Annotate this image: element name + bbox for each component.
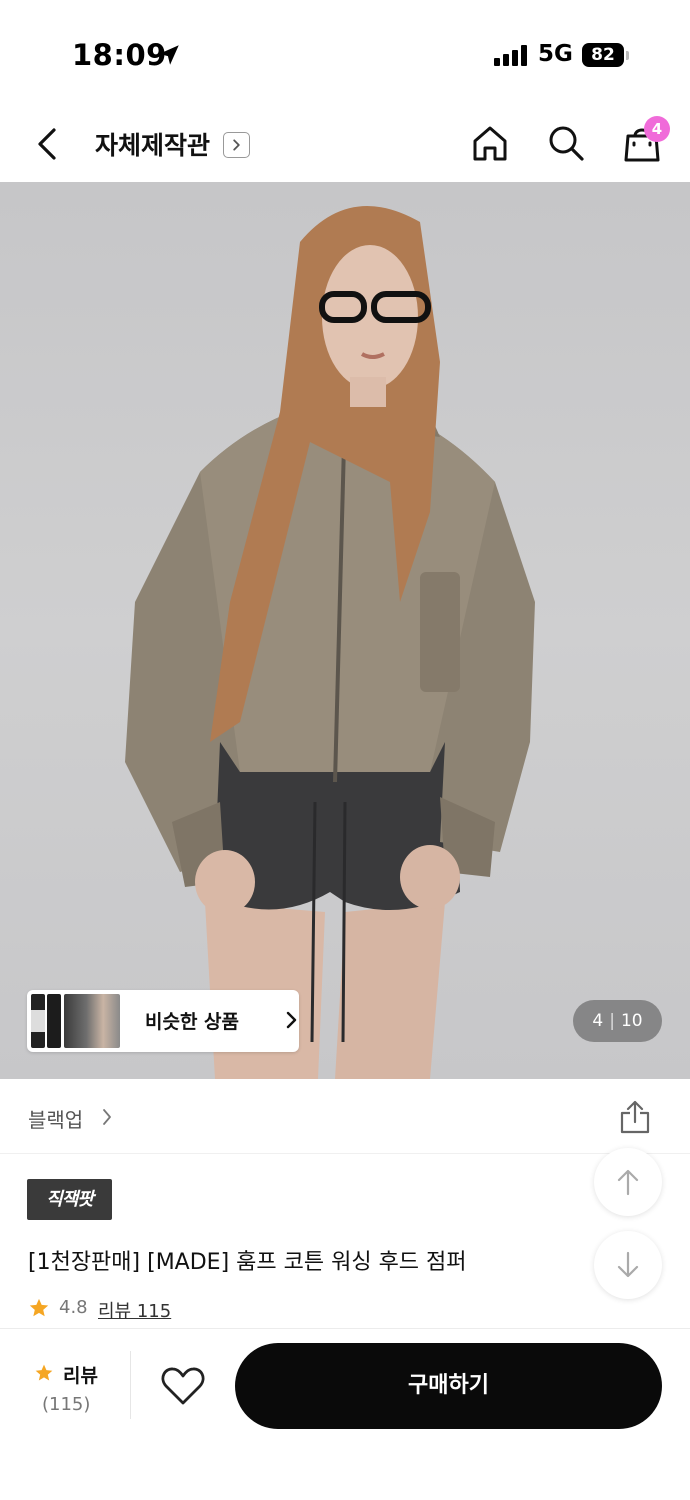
chevron-left-icon[interactable]	[30, 122, 66, 166]
page-title[interactable]: 자체제작관	[95, 126, 210, 162]
scroll-down-button[interactable]	[594, 1231, 662, 1299]
counter-separator: |	[609, 1011, 615, 1031]
brand-link[interactable]: 블랙업	[28, 1104, 83, 1133]
share-icon[interactable]	[618, 1099, 652, 1135]
status-time: 18:09	[72, 38, 167, 72]
product-name: [1천장판매] [MADE] 훔프 코튼 워싱 후드 점퍼	[28, 1250, 467, 1275]
top-navigation: 자체제작관	[0, 104, 690, 182]
review-count: (115)	[42, 1394, 91, 1415]
battery-tip	[626, 51, 629, 60]
divider	[130, 1351, 131, 1419]
battery-icon: 82	[582, 43, 624, 67]
network-type: 5G	[538, 41, 573, 67]
chevron-right-icon[interactable]	[223, 132, 250, 158]
chevron-right-icon[interactable]	[100, 1107, 114, 1127]
chevron-right-icon	[286, 1011, 297, 1029]
product-image	[125, 206, 535, 1079]
total-pages: 10	[620, 1011, 643, 1031]
product-image-gallery[interactable]: 비슷한 상품 4 | 10	[0, 182, 690, 1079]
status-bar: 18:09 5G 82	[0, 0, 690, 100]
cart-count-badge: 4	[644, 116, 670, 142]
similar-products-button[interactable]: 비슷한 상품	[27, 990, 299, 1052]
brand-row: 블랙업	[0, 1079, 690, 1154]
scroll-up-button[interactable]	[594, 1148, 662, 1216]
star-icon	[35, 1364, 53, 1381]
jackpot-badge: 직잭팟	[27, 1179, 112, 1220]
home-icon[interactable]	[470, 122, 510, 164]
search-icon[interactable]	[546, 122, 586, 164]
similar-products-label: 비슷한 상품	[145, 1011, 240, 1033]
buy-button[interactable]: 구매하기	[235, 1343, 662, 1429]
image-page-counter: 4 | 10	[573, 1000, 662, 1042]
similar-thumb-3	[64, 994, 120, 1048]
heart-icon[interactable]	[160, 1365, 206, 1407]
signal-bars-icon	[494, 44, 530, 66]
similar-thumb-2	[47, 994, 61, 1048]
similar-thumb-1	[31, 994, 45, 1048]
rating-value: 4.8	[59, 1297, 88, 1318]
review-label: 리뷰	[63, 1365, 98, 1387]
arrow-up-icon	[617, 1169, 639, 1196]
bottom-action-bar: 리뷰 (115) 구매하기	[0, 1328, 690, 1500]
arrow-down-icon	[617, 1251, 639, 1278]
location-arrow-icon	[159, 45, 179, 65]
review-count-link[interactable]: 리뷰 115	[98, 1297, 171, 1323]
star-icon	[29, 1298, 49, 1317]
current-page: 4	[592, 1011, 604, 1031]
